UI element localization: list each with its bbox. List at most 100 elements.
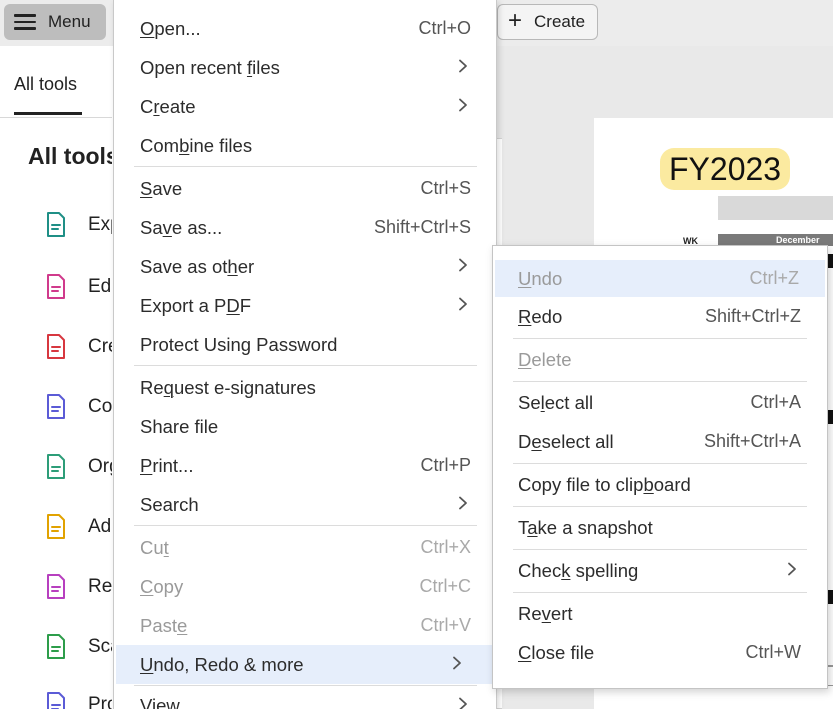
submenu-item[interactable]: Check spelling	[493, 552, 827, 589]
menu-item[interactable]: Search	[114, 485, 498, 524]
label-text: Chec	[518, 559, 562, 581]
menu-item-label: Create	[140, 96, 196, 118]
menu-item-label: Cut	[140, 537, 169, 559]
menu-item-label: Print...	[140, 455, 193, 477]
menu-item-label: Open recent files	[140, 57, 280, 79]
tool-item[interactable]: Org	[42, 452, 120, 482]
label-text: Past	[140, 614, 178, 636]
menu-item-label: Undo, Redo & more	[140, 654, 304, 676]
label-text: uest e-signatures	[173, 376, 316, 398]
menu-item[interactable]: Request e-signatures	[114, 368, 498, 407]
menu-separator	[513, 338, 807, 339]
submenu-item[interactable]: Close file Ctrl+W	[493, 634, 827, 671]
tool-item[interactable]: Edi	[42, 272, 115, 302]
tool-item[interactable]: Co	[42, 392, 112, 422]
menu-item[interactable]: Create	[114, 87, 498, 126]
label-text: Share file	[140, 415, 219, 437]
tool-item[interactable]: Exp	[42, 210, 121, 240]
label-text: Protect Using Password	[140, 333, 338, 355]
menu-separator	[513, 549, 807, 550]
menu-item[interactable]: Save as other	[114, 247, 498, 286]
protect-icon	[42, 691, 70, 709]
menu-item[interactable]: Undo, Redo & more	[116, 645, 492, 684]
menu-item-label: Revert	[518, 603, 573, 625]
tool-item[interactable]: Cre	[42, 332, 119, 362]
submenu-item[interactable]: Redo Shift+Ctrl+Z	[493, 298, 827, 335]
menu-shortcut: Ctrl+A	[750, 392, 801, 412]
menu-separator	[513, 463, 807, 464]
menu-shortcut: Ctrl+V	[420, 615, 471, 635]
label-text: ine files	[189, 134, 253, 156]
redact-icon	[42, 573, 70, 601]
submenu-item[interactable]: Revert	[493, 595, 827, 632]
menu-item[interactable]: Print... Ctrl+P	[114, 446, 498, 485]
label-text: Copy file to clip	[518, 473, 644, 495]
mnemonic-key: t	[163, 536, 169, 558]
chevron-right-icon	[458, 96, 468, 117]
create-button[interactable]: + Create	[497, 4, 598, 40]
menu-separator	[134, 365, 477, 366]
menu-item-label: Protect Using Password	[140, 334, 337, 356]
label-text: Sa	[140, 216, 163, 238]
main-menu: Open... Ctrl+O Open recent files Create Comb…	[113, 0, 497, 709]
menu-shortcut: Ctrl+P	[420, 455, 471, 475]
menu-item[interactable]: Share file	[114, 407, 498, 446]
menu-item-label: Copy file to clipboard	[518, 474, 691, 496]
label-text: ave	[152, 177, 183, 199]
label-text: ndo	[531, 267, 563, 289]
label-text: rint...	[152, 454, 194, 476]
chevron-right-icon	[458, 256, 468, 277]
submenu-item[interactable]: Select all Ctrl+A	[493, 384, 827, 421]
menu-item[interactable]: Open... Ctrl+O	[114, 9, 498, 48]
all-tools-heading: All tools	[28, 143, 119, 169]
menu-item-label: Save	[140, 178, 182, 200]
menu-item[interactable]: Combine files	[114, 126, 498, 165]
menu-item[interactable]: Save Ctrl+S	[114, 169, 498, 208]
menu-item-label: Close file	[518, 642, 594, 664]
submenu-item[interactable]: Deselect all Shift+Ctrl+A	[493, 423, 827, 460]
mnemonic-key: e	[177, 614, 188, 636]
mnemonic-key: v	[162, 216, 172, 238]
menu-separator	[513, 592, 807, 593]
submenu-item[interactable]: Copy file to clipboard	[493, 466, 827, 503]
label-text: ert	[550, 602, 573, 624]
menu-item-label: Paste	[140, 615, 187, 637]
menu-item-label: Select all	[518, 392, 593, 414]
mnemonic-key: b	[643, 473, 654, 495]
tab-all-tools[interactable]: All tools	[14, 74, 77, 95]
tool-item[interactable]: Sca	[42, 632, 121, 662]
mnemonic-key: v	[541, 602, 551, 624]
mnemonic-key: V	[140, 694, 153, 709]
header-band	[718, 196, 833, 220]
organize-pages-icon	[42, 453, 70, 481]
chevron-right-icon	[458, 295, 468, 316]
menu-button[interactable]: Menu	[4, 4, 106, 40]
mnemonic-key: a	[527, 516, 538, 538]
label-text: ke a snapshot	[537, 516, 653, 538]
tool-item[interactable]: Pro	[42, 690, 118, 709]
menu-item-label: Undo	[518, 268, 562, 290]
tool-item[interactable]: Re	[42, 572, 112, 602]
menu-item-label: Combine files	[140, 135, 252, 157]
menu-item[interactable]: View	[114, 686, 498, 709]
export-pdf-icon	[42, 211, 70, 239]
mnemonic-key: q	[163, 376, 174, 398]
label-text: Open recent	[140, 56, 247, 78]
menu-item-label: Take a snapshot	[518, 517, 653, 539]
menu-item[interactable]: Protect Using Password	[114, 325, 498, 364]
menu-item-label: Share file	[140, 416, 218, 438]
menu-item[interactable]: Export a PDF	[114, 286, 498, 325]
menu-item-label: Deselect all	[518, 431, 614, 453]
menu-shortcut: Shift+Ctrl+Z	[704, 306, 801, 326]
menu-shortcut: Ctrl+S	[420, 178, 471, 198]
label-text: Cu	[140, 536, 164, 558]
menu-item[interactable]: Open recent files	[114, 48, 498, 87]
scan-ocr-icon	[42, 633, 70, 661]
mnemonic-key: C	[518, 641, 532, 663]
submenu-item[interactable]: Take a snapshot	[493, 509, 827, 546]
menu-item: Cut Ctrl+X	[114, 528, 498, 567]
tool-item[interactable]: Ad	[42, 512, 111, 542]
menu-item[interactable]: Save as... Shift+Ctrl+S	[114, 208, 498, 247]
mnemonic-key: h	[227, 255, 238, 277]
mnemonic-key: D	[226, 294, 240, 316]
